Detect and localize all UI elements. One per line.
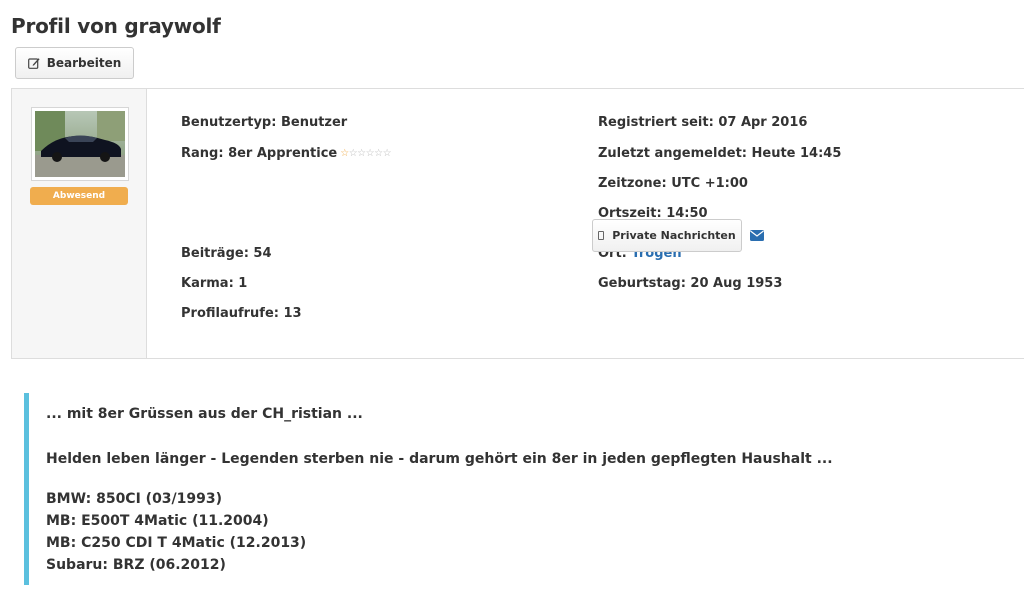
post-count: Beiträge: 54	[181, 246, 272, 261]
edit-profile-button[interactable]: Bearbeiten	[15, 47, 134, 79]
profile-sidebar: Abwesend	[12, 89, 147, 358]
rank-stars: ☆☆☆☆☆☆	[340, 146, 391, 162]
rank-text: Rang: 8er Apprentice	[181, 146, 338, 161]
rank: Rang: 8er Apprentice ☆☆☆☆☆☆	[181, 146, 392, 162]
star-icon: ☆	[348, 148, 358, 159]
timezone: Zeitzone: UTC +1:00	[598, 176, 748, 191]
last-login: Zuletzt angemeldet: Heute 14:45	[598, 146, 842, 161]
page-title: Profil von graywolf	[11, 14, 221, 38]
avatar-image	[35, 111, 125, 177]
car-item: MB: E500T 4Matic (11.2004)	[46, 513, 269, 529]
pm-button-label: Private Nachrichten	[612, 229, 736, 242]
car-item: MB: C250 CDI T 4Matic (12.2013)	[46, 535, 307, 551]
car-item: BMW: 850CI (03/1993)	[46, 491, 223, 507]
star-icon: ☆	[382, 148, 392, 159]
signature-line: ... mit 8er Grüssen aus der CH_ristian .…	[46, 406, 363, 422]
pm-icon	[598, 231, 605, 240]
profile-box: Abwesend Benutzertyp: Benutzer Rang: 8er…	[11, 88, 1024, 359]
signature-block: ... mit 8er Grüssen aus der CH_ristian .…	[24, 393, 1024, 585]
edit-icon	[27, 58, 40, 69]
profile-views: Profilaufrufe: 13	[181, 306, 302, 321]
avatar[interactable]	[31, 107, 129, 181]
status-badge: Abwesend	[30, 187, 128, 205]
private-messages-button[interactable]: Private Nachrichten	[592, 219, 742, 252]
star-icon: ☆	[357, 148, 366, 159]
user-type: Benutzertyp: Benutzer	[181, 115, 348, 130]
karma: Karma: 1	[181, 276, 248, 291]
signature-line: Helden leben länger - Legenden sterben n…	[46, 451, 833, 467]
birthday: Geburtstag: 20 Aug 1953	[598, 276, 783, 291]
edit-button-label: Bearbeiten	[46, 56, 122, 70]
star-icon: ☆	[340, 148, 349, 159]
registered-since: Registriert seit: 07 Apr 2016	[598, 115, 808, 130]
car-item: Subaru: BRZ (06.2012)	[46, 557, 226, 573]
star-icon: ☆	[365, 148, 375, 159]
mail-icon[interactable]	[750, 230, 764, 241]
star-icon: ☆	[374, 148, 383, 159]
